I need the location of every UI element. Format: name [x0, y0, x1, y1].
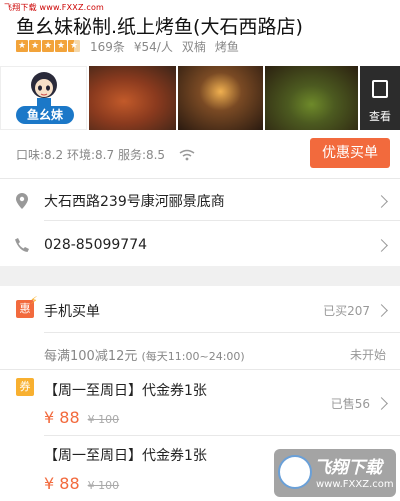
- view-all-photos[interactable]: 查看: [360, 66, 400, 130]
- deal-title[interactable]: 【周一至周日】代金券1张: [44, 380, 207, 400]
- chevron-right-icon[interactable]: [375, 304, 388, 317]
- coupon-badge-icon: 券: [16, 378, 34, 396]
- phone-row[interactable]: 028-85099774: [0, 219, 400, 271]
- section-gap: [0, 266, 400, 286]
- avg-price: ¥54/人: [133, 39, 173, 54]
- bought-count: 已买207: [323, 304, 370, 318]
- wifi-icon: [179, 149, 195, 160]
- promo-text: 每满100减12元: [44, 349, 138, 364]
- deal-original-price: ¥ 100: [87, 479, 120, 492]
- spark-icon: ⚡: [30, 294, 38, 307]
- store-detail-page: 飞翔下载 www.FXXZ.com 鱼幺妹秘制.纸上烤鱼(大石西路店) ★ ★ …: [0, 0, 400, 501]
- rating-stars: ★ ★ ★ ★ ★: [16, 40, 80, 52]
- deal-price-value: ¥ 88: [44, 474, 80, 493]
- deal-price: ¥ 88 ¥ 100: [44, 408, 119, 427]
- address-text: 大石西路239号康河郦景底商: [44, 194, 225, 210]
- dish-photo[interactable]: [265, 66, 359, 130]
- half-star-icon: ★: [68, 40, 80, 52]
- divider: [44, 435, 400, 436]
- chevron-right-icon: [375, 238, 388, 252]
- chevron-right-icon[interactable]: [375, 397, 388, 410]
- deal-title[interactable]: 【周一至周日】代金券1张: [44, 445, 207, 465]
- view-all-label: 查看: [369, 110, 391, 123]
- taste-score: 口味:8.2: [16, 148, 64, 162]
- logo-text: 鱼幺妹: [16, 106, 74, 124]
- deal-original-price: ¥ 100: [87, 413, 120, 426]
- watermark-logo: 飞翔下载 www.FXXZ.com: [274, 449, 396, 497]
- phone-number: 028-85099774: [44, 237, 148, 253]
- star-icon: ★: [16, 40, 28, 52]
- mobile-pay-title[interactable]: 手机买单: [44, 301, 100, 321]
- star-icon: ★: [29, 40, 41, 52]
- promo-rule: 每满100减12元 (每天11:00~24:00): [44, 345, 245, 364]
- review-count[interactable]: 169条: [90, 38, 125, 55]
- deal-price-value: ¥ 88: [44, 408, 80, 427]
- gallery-icon: [372, 80, 388, 98]
- deal-price: ¥ 88 ¥ 100: [44, 474, 119, 493]
- service-score: 服务:8.5: [117, 148, 166, 162]
- interior-photo[interactable]: [178, 66, 264, 130]
- store-title: 鱼幺妹秘制.纸上烤鱼(大石西路店): [16, 16, 303, 38]
- area-label: 双楠: [181, 39, 206, 54]
- divider: [44, 332, 400, 333]
- promo-status: 未开始: [349, 348, 386, 362]
- discount-pay-button[interactable]: 优惠买单: [310, 138, 390, 168]
- divider: [0, 369, 400, 370]
- category-label: 烤鱼: [214, 39, 239, 54]
- score-line: 口味:8.2 环境:8.7 服务:8.5: [16, 146, 195, 163]
- mascot-icon: [31, 72, 57, 106]
- watermark-title: 飞翔下载: [314, 458, 382, 478]
- dish-photo[interactable]: [89, 66, 177, 130]
- star-icon: ★: [42, 40, 54, 52]
- location-icon: [0, 193, 44, 209]
- promo-time: (每天11:00~24:00): [141, 350, 245, 363]
- watermark-url: www.FXXZ.com: [316, 479, 394, 490]
- environment-score: 环境:8.7: [66, 148, 115, 162]
- chevron-right-icon: [375, 194, 388, 208]
- star-icon: ★: [55, 40, 67, 52]
- photo-gallery[interactable]: 鱼幺妹 查看: [0, 66, 400, 130]
- store-logo[interactable]: 鱼幺妹: [0, 66, 88, 130]
- watermark-globe-icon: [278, 455, 312, 489]
- sold-count: 已售56: [330, 397, 370, 411]
- phone-icon: [0, 238, 44, 252]
- store-meta: ★ ★ ★ ★ ★ 169条 ¥54/人 双楠 烤鱼: [16, 38, 248, 54]
